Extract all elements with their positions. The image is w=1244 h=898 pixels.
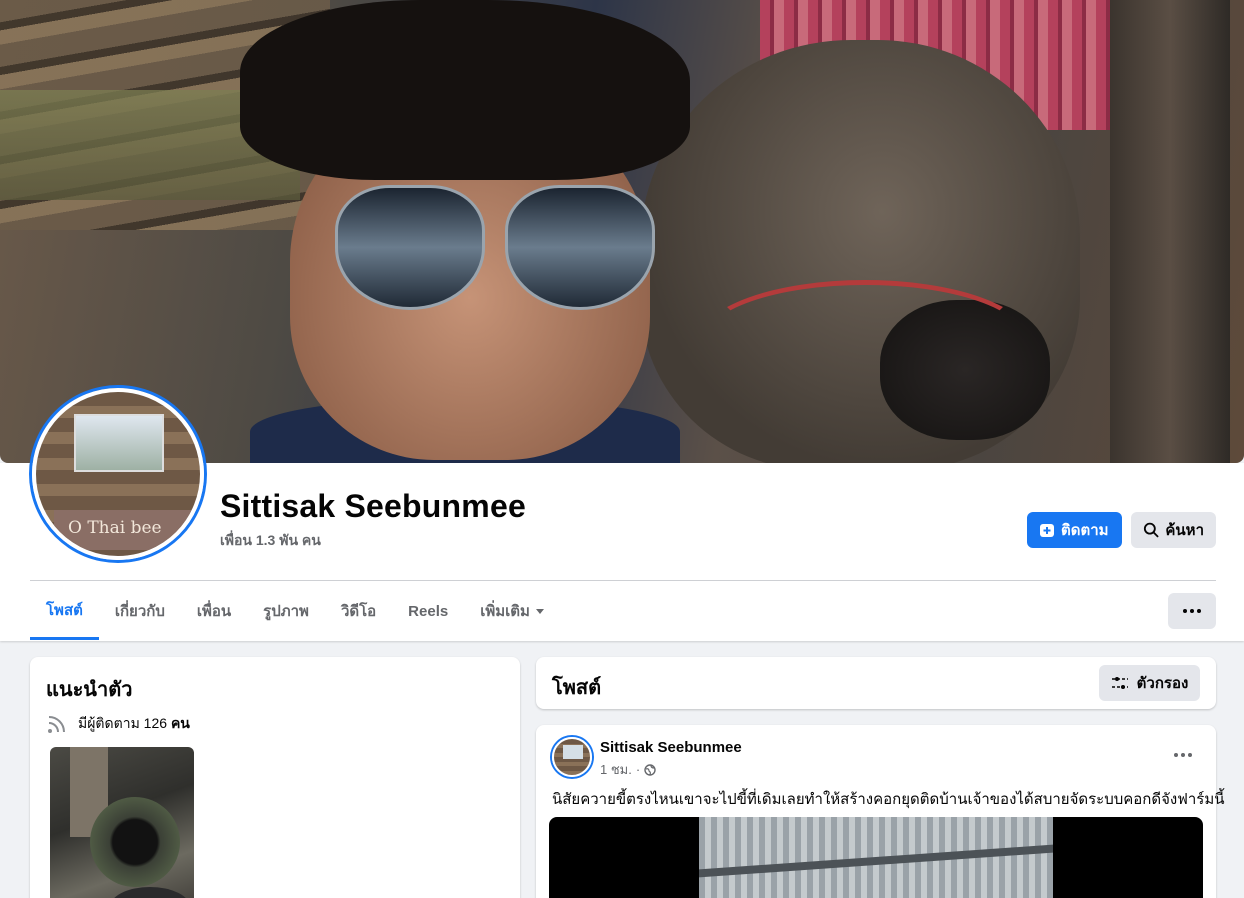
- intro-title: แนะนำตัว: [46, 679, 133, 701]
- meta-separator: ·: [635, 762, 641, 777]
- tab-about[interactable]: เกี่ยวกับ: [99, 582, 181, 640]
- filter-button[interactable]: ตัวกรอง: [1099, 665, 1200, 701]
- featured-photo-pipe: [90, 797, 180, 887]
- profile-name: Sittisak Seebunmee: [220, 488, 526, 524]
- follow-button[interactable]: ติดตาม: [1027, 512, 1122, 548]
- followers-row: มีผู้ติดตาม 126 คน: [46, 713, 190, 735]
- followers-count: มีผู้ติดตาม 126: [78, 715, 171, 731]
- post-avatar-board: [563, 745, 583, 759]
- filter-sliders-icon: [1111, 677, 1128, 689]
- more-dot-icon: [1183, 609, 1187, 613]
- rss-followers-icon: [48, 716, 65, 733]
- globe-icon: [644, 763, 656, 776]
- cover-sunglasses-right: [505, 185, 655, 310]
- featured-photo-animal: [110, 887, 190, 898]
- featured-photo[interactable]: [50, 747, 194, 898]
- tab-reels[interactable]: Reels: [392, 582, 464, 640]
- post-text: นิสัยควายขี้ตรงไหนเขาจะไปขี้ที่เดิมเลยทำ…: [552, 791, 1225, 808]
- profile-avatar[interactable]: O Thai bee: [32, 388, 204, 560]
- tab-more-label: เพิ่มเติม: [480, 603, 530, 620]
- tab-friends[interactable]: เพื่อน: [181, 582, 247, 640]
- filter-label: ตัวกรอง: [1136, 675, 1189, 692]
- followers-text[interactable]: มีผู้ติดตาม 126 คน: [78, 713, 190, 735]
- avatar-photo-board: [74, 414, 164, 472]
- tab-more[interactable]: เพิ่มเติม: [464, 582, 560, 640]
- profile-more-options-button[interactable]: [1168, 593, 1216, 629]
- post-author-avatar[interactable]: [552, 737, 592, 777]
- profile-tabs: โพสต์ เกี่ยวกับ เพื่อน รูปภาพ วิดีโอ Ree…: [30, 582, 560, 640]
- follow-label: ติดตาม: [1061, 522, 1109, 539]
- search-button[interactable]: ค้นหา: [1131, 512, 1216, 548]
- more-dot-icon: [1197, 609, 1201, 613]
- friends-count[interactable]: เพื่อน 1.3 พัน คน: [220, 530, 321, 552]
- intro-card: แนะนำตัว มีผู้ติดตาม 126 คน: [30, 657, 520, 898]
- avatar-sign: O Thai bee: [54, 510, 200, 550]
- post-author-name[interactable]: Sittisak Seebunmee: [600, 739, 742, 756]
- follow-plus-icon: [1040, 524, 1054, 537]
- tab-videos[interactable]: วิดีโอ: [325, 582, 392, 640]
- tab-posts[interactable]: โพสต์: [30, 582, 99, 640]
- post-media-video[interactable]: [549, 817, 1203, 898]
- search-label: ค้นหา: [1165, 522, 1204, 539]
- followers-unit: คน: [170, 715, 190, 731]
- more-dot-icon: [1190, 609, 1194, 613]
- post-card: Sittisak Seebunmee 1 ชม. · นิสัยควายขี้ต…: [536, 725, 1224, 898]
- posts-section-title: โพสต์: [552, 677, 602, 699]
- header-divider: [30, 580, 1216, 581]
- post-options-button[interactable]: [1166, 745, 1200, 765]
- tab-photos[interactable]: รูปภาพ: [247, 582, 325, 640]
- cover-rope: [700, 280, 1030, 400]
- more-dot-icon: [1181, 753, 1185, 757]
- cover-wood-post: [1110, 0, 1230, 463]
- more-dot-icon: [1174, 753, 1178, 757]
- cover-person-hair: [240, 0, 690, 180]
- post-timestamp[interactable]: 1 ชม.: [600, 759, 632, 780]
- chevron-down-icon: [535, 608, 544, 614]
- post-meta: 1 ชม. ·: [600, 759, 656, 780]
- posts-header-card: โพสต์ ตัวกรอง: [536, 657, 1216, 709]
- more-dot-icon: [1188, 753, 1192, 757]
- cover-sunglasses-left: [335, 185, 485, 310]
- cover-photo[interactable]: [0, 0, 1244, 463]
- search-icon: [1143, 522, 1159, 538]
